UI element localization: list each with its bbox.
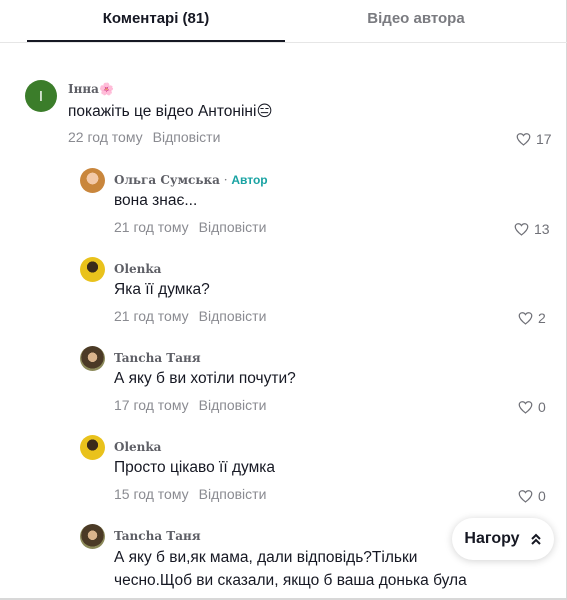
avatar[interactable]: I [25,80,57,112]
reply-time: 17 год тому [114,397,189,413]
reply-meta: 15 год тому Відповісти [114,486,266,502]
avatar[interactable] [80,346,105,371]
reply-username[interactable]: Tancha Таня [114,529,201,543]
like-button[interactable]: 17 [516,131,552,147]
like-count: 0 [538,399,546,415]
avatar[interactable] [80,257,105,282]
reply-button[interactable]: Відповісти [153,129,221,145]
reply-time: 15 год тому [114,486,189,502]
reply-text: Просто цікаво її думка [114,459,275,476]
heart-icon [518,312,533,325]
reply-button[interactable]: Відповісти [199,219,267,235]
reply-text: Яка її думка? [114,281,210,298]
tab-author-videos[interactable]: Відео автора [287,10,545,32]
flower-emoji-icon: 🌸 [98,82,114,96]
reply-username[interactable]: Ольга Сумська · Автор [114,173,268,187]
heart-icon [518,490,533,503]
reply-username[interactable]: Tancha Таня [114,351,201,365]
reply-meta: 17 год тому Відповісти [114,397,266,413]
reply-meta: 21 год тому Відповісти [114,219,266,235]
author-badge: Автор [231,173,268,187]
reply-button[interactable]: Відповісти [199,397,267,413]
like-button[interactable]: 2 [518,310,546,326]
back-to-top-button[interactable]: Нагору [452,518,554,560]
like-button[interactable]: 0 [518,399,546,415]
reply-text: вона знає... [114,192,198,209]
comment-time: 22 год тому [68,129,143,145]
like-count: 2 [538,310,546,326]
like-button[interactable]: 0 [518,488,546,504]
reply-text: А яку б ви хотіли почути? [114,370,296,387]
tab-comments[interactable]: Коментарі (81) [27,10,285,32]
comment-text: покажіть це відео Антоніні😑 [68,103,273,120]
heart-icon [514,223,529,236]
like-count: 0 [538,488,546,504]
comment-username[interactable]: Інна🌸 [68,82,114,96]
avatar[interactable] [80,435,105,460]
comment-meta: 22 год тому Відповісти [68,129,220,145]
reply-button[interactable]: Відповісти [199,308,267,324]
reply-username[interactable]: Olenka [114,262,161,276]
reply-username[interactable]: Olenka [114,440,161,454]
double-chevron-up-icon [530,533,541,545]
back-to-top-label: Нагору [464,530,520,547]
heart-icon [518,401,533,414]
heart-icon [516,133,531,146]
like-count: 17 [536,131,552,147]
like-count: 13 [534,221,550,237]
reply-meta: 21 год тому Відповісти [114,308,266,324]
avatar[interactable] [80,524,105,549]
reply-time: 21 год тому [114,219,189,235]
tab-active-underline [27,40,285,42]
reply-button[interactable]: Відповісти [199,486,267,502]
reply-time: 21 год тому [114,308,189,324]
avatar[interactable] [80,168,105,193]
like-button[interactable]: 13 [514,221,550,237]
tab-bar: Коментарі (81) Відео автора [0,0,567,43]
